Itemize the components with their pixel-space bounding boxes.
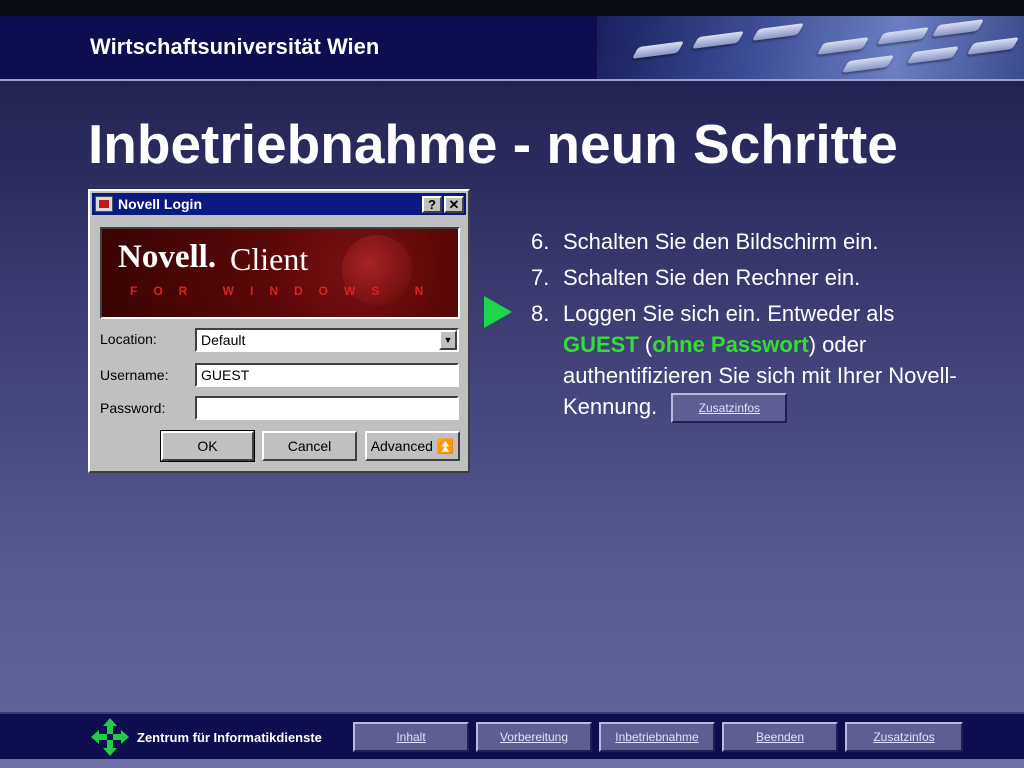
bottom-strip	[0, 759, 1024, 768]
close-icon: ✕	[448, 197, 460, 212]
location-label: Location:	[100, 331, 157, 347]
cancel-button[interactable]: Cancel	[262, 431, 357, 461]
location-select[interactable]: Default ▼	[195, 328, 459, 352]
nav-inbetriebnahme[interactable]: Inbetriebnahme	[599, 722, 715, 752]
novell-app-icon	[95, 196, 113, 212]
list-item: 7. Schalten Sie den Rechner ein.	[531, 262, 971, 293]
move-arrows-icon	[91, 718, 129, 756]
chevron-down-icon[interactable]: ▼	[439, 330, 457, 350]
password-label: Password:	[100, 400, 166, 416]
nav-beenden[interactable]: Beenden	[722, 722, 838, 752]
novell-login-dialog: Novell Login ? ✕ Novell. Client FOR WIND…	[88, 189, 470, 473]
dialog-title: Novell Login	[118, 196, 202, 212]
step-text: Schalten Sie den Rechner ein.	[563, 265, 861, 290]
double-chevron-up-icon: ⏫	[436, 438, 455, 454]
guest-highlight: GUEST	[563, 332, 639, 357]
username-field[interactable]: GUEST	[195, 363, 459, 387]
username-label: Username:	[100, 367, 169, 383]
page-title: Inbetriebnahme - neun Schritte	[88, 113, 898, 175]
ok-button[interactable]: OK	[160, 430, 255, 462]
header-bar: Wirtschaftsuniversität Wien	[0, 16, 1024, 81]
zusatzinfos-button[interactable]: Zusatzinfos	[671, 393, 788, 424]
nav-vorbereitung[interactable]: Vorbereitung	[476, 722, 592, 752]
org-name: Zentrum für Informatikdienste	[137, 730, 322, 745]
list-item: 8. Loggen Sie sich ein. Entweder als GUE…	[531, 298, 971, 424]
advanced-button[interactable]: Advanced ⏫	[365, 431, 460, 461]
paren-open: (	[638, 332, 653, 357]
password-field[interactable]	[195, 396, 459, 420]
footer-bar: Zentrum für Informatikdienste Inhalt Vor…	[0, 712, 1024, 761]
novell-client-banner: Novell. Client FOR WINDOWS N	[100, 227, 460, 319]
keyboard-image	[597, 16, 1024, 79]
list-item: 6. Schalten Sie den Bildschirm ein.	[531, 226, 971, 257]
location-value: Default	[201, 332, 246, 348]
nav-inhalt[interactable]: Inhalt	[353, 722, 469, 752]
play-arrow-icon	[484, 296, 512, 328]
close-button[interactable]: ✕	[444, 196, 464, 213]
top-strip	[0, 0, 1024, 16]
dialog-titlebar[interactable]: Novell Login ? ✕	[92, 193, 466, 215]
help-button[interactable]: ?	[422, 196, 442, 213]
steps-list: 6. Schalten Sie den Bildschirm ein. 7. S…	[531, 226, 971, 428]
step-number: 7.	[531, 265, 550, 290]
step-text: Schalten Sie den Bildschirm ein.	[563, 229, 879, 254]
nav-zusatzinfos[interactable]: Zusatzinfos	[845, 722, 963, 752]
step-number: 8.	[531, 301, 550, 326]
no-password-highlight: ohne Passwort	[652, 332, 809, 357]
banner-novell-text: Novell.	[118, 239, 217, 275]
step-text: Loggen Sie sich ein. Entweder als	[563, 301, 895, 326]
banner-client-text: Client	[230, 241, 309, 277]
advanced-label: Advanced	[370, 438, 433, 454]
banner-subtitle: FOR WINDOWS N	[130, 284, 440, 298]
step-number: 6.	[531, 229, 550, 254]
university-name: Wirtschaftsuniversität Wien	[90, 34, 380, 59]
